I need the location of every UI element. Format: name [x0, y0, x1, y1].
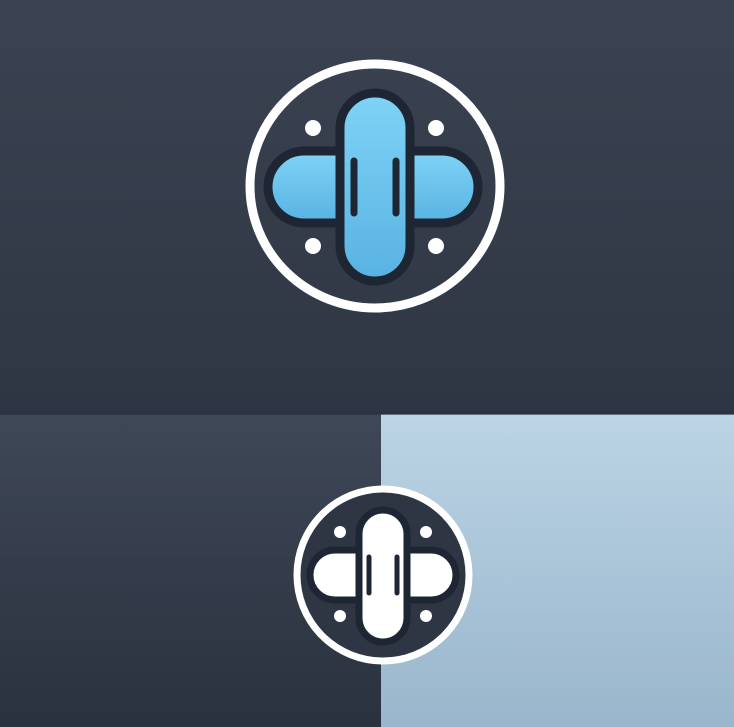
mono-dot-bottom-right	[420, 610, 432, 622]
mono-dot-top-right	[420, 526, 432, 538]
panel-divider	[0, 411, 734, 415]
dot-bottom-right	[428, 238, 444, 254]
mono-cross-vertical-bar	[355, 506, 411, 646]
medical-cross-logo-mono-icon	[293, 485, 473, 665]
logo-showcase	[0, 0, 734, 727]
mono-dot-top-left	[334, 526, 346, 538]
dot-top-right	[428, 120, 444, 136]
mono-dot-bottom-left	[334, 610, 346, 622]
medical-cross-logo-icon	[245, 59, 505, 313]
dot-top-left	[305, 120, 321, 136]
dot-bottom-left	[305, 238, 321, 254]
